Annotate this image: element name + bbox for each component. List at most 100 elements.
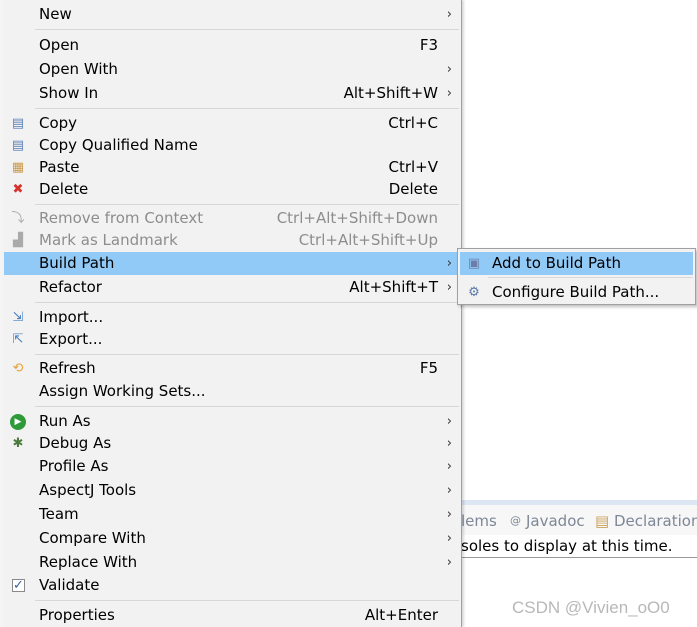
menu-item-label: Run As [39,411,91,430]
build-path-submenu: ▣ Add to Build Path ⚙ Configure Build Path.… [457,248,696,305]
tab-javadoc[interactable]: Javadoc [526,512,585,530]
chevron-right-icon: › [446,61,452,77]
menu-item-profile-as[interactable]: Profile As › [4,455,460,478]
menu-item-refresh[interactable]: ⟲ Refresh F5 [4,357,460,380]
paste-icon: ▦ [11,159,25,175]
menu-separator [35,406,459,407]
menu-item-run-as[interactable]: ▶ Run As › [4,410,460,433]
menu-item-compare-with[interactable]: Compare With › [4,527,460,550]
menu-separator [35,354,459,355]
menu-separator [488,277,693,278]
chevron-right-icon: › [446,482,452,498]
menu-item-team[interactable]: Team › [4,503,460,526]
chevron-right-icon: › [446,435,452,451]
shortcut-label: Alt+Shift+T [349,277,438,296]
menu-item-configure-build-path[interactable]: ⚙ Configure Build Path... [460,281,693,304]
menu-item-label: Profile As [39,456,109,475]
menu-item-debug-as[interactable]: ✱ Debug As › [4,432,460,455]
menu-item-label: Open With [39,59,118,78]
panel-divider [461,557,697,558]
landmark-icon: ▟ [13,232,23,248]
delete-icon: ✖ [12,181,24,197]
chevron-right-icon: › [446,413,452,429]
menu-item-label: Build Path [39,253,115,272]
menu-separator [35,29,459,30]
menu-item-add-to-build-path[interactable]: ▣ Add to Build Path [460,251,693,275]
shortcut-label: Ctrl+Alt+Shift+Down [276,208,438,227]
chevron-right-icon: › [446,530,452,546]
jar-icon: ▣ [467,255,481,271]
menu-item-label: Refactor [39,277,102,296]
menu-item-export[interactable]: ⇱ Export... [4,328,460,351]
menu-item-properties[interactable]: Properties Alt+Enter [4,604,460,627]
chevron-right-icon: › [446,6,452,22]
menu-item-label: Remove from Context [39,208,204,227]
menu-item-label: Open [39,35,80,54]
shortcut-label: F3 [419,35,438,54]
menu-item-copy-qualified-name[interactable]: ▤ Copy Qualified Name [4,134,460,157]
copy-qualified-name-icon: ▤ [11,137,25,153]
menu-item-label: New [39,4,72,23]
menu-separator [35,108,459,109]
menu-item-label: Debug As [39,433,112,452]
menu-item-replace-with[interactable]: Replace With › [4,551,460,574]
menu-item-show-in[interactable]: Show In Alt+Shift+W › [4,82,460,105]
menu-item-open-with[interactable]: Open With › [4,58,460,81]
chevron-right-icon: › [446,279,452,295]
menu-item-label: Compare With [39,528,146,547]
menu-item-paste[interactable]: ▦ Paste Ctrl+V [4,156,460,179]
tab-problems[interactable]: lems [461,512,497,530]
menu-item-remove-from-context[interactable]: ⤵ Remove from Context Ctrl+Alt+Shift+Down [4,207,460,230]
chevron-right-icon: › [446,85,452,101]
menu-item-label: Paste [39,157,80,176]
menu-item-aspectj-tools[interactable]: AspectJ Tools › [4,479,460,502]
menu-item-build-path[interactable]: Build Path › [4,251,460,275]
menu-item-label: Configure Build Path... [492,282,660,301]
menu-item-open[interactable]: Open F3 [4,34,460,57]
declaration-icon: ▤ [595,512,610,530]
menu-item-label: Export... [39,329,103,348]
context-menu: New › Open F3 Open With › Show In Alt+Shift+W › ▤… [3,0,462,627]
chevron-right-icon: › [446,506,452,522]
export-icon: ⇱ [12,331,24,347]
menu-item-validate[interactable]: ✓ Validate [4,574,460,597]
menu-item-new[interactable]: New › [4,3,460,26]
menu-separator [35,600,459,601]
menu-item-label: Refresh [39,358,96,377]
menu-item-assign-working-sets[interactable]: Assign Working Sets... [4,380,460,403]
menu-item-label: Mark as Landmark [39,230,178,249]
chevron-right-icon: › [446,554,452,570]
menu-item-label: Validate [39,575,100,594]
menu-item-label: Import... [39,307,104,326]
shortcut-label: Alt+Shift+W [343,83,438,102]
shortcut-label: F5 [419,358,438,377]
menu-item-label: Team [39,504,79,523]
menu-item-label: Assign Working Sets... [39,381,206,400]
menu-item-label: Copy Qualified Name [39,135,198,154]
shortcut-label: Ctrl+C [388,113,438,132]
checkbox-checked-icon: ✓ [12,577,25,593]
panel-tab-bar: lems @ Javadoc ▤ Declaration [461,505,697,535]
shortcut-label: Delete [388,179,438,198]
menu-item-label: Show In [39,83,99,102]
menu-item-mark-as-landmark[interactable]: ▟ Mark as Landmark Ctrl+Alt+Shift+Up [4,229,460,252]
run-icon: ▶ [10,413,26,430]
menu-item-label: Copy [39,113,78,132]
copy-icon: ▤ [11,115,25,131]
configure-build-path-icon: ⚙ [468,284,480,300]
debug-icon: ✱ [12,435,24,451]
menu-item-import[interactable]: ⇲ Import... [4,306,460,329]
chevron-right-icon: › [446,255,452,271]
tab-declaration[interactable]: Declaration [614,512,697,530]
menu-item-label: Delete [39,179,89,198]
shortcut-label: Alt+Enter [364,605,438,624]
remove-context-icon: ⤵ [11,210,25,226]
menu-separator [35,204,459,205]
menu-item-label: Replace With [39,552,138,571]
chevron-right-icon: › [446,458,452,474]
menu-separator [35,302,459,303]
menu-item-delete[interactable]: ✖ Delete Delete [4,178,460,201]
menu-item-label: Properties [39,605,115,624]
menu-item-refactor[interactable]: Refactor Alt+Shift+T › [4,276,460,299]
menu-item-copy[interactable]: ▤ Copy Ctrl+C [4,112,460,135]
